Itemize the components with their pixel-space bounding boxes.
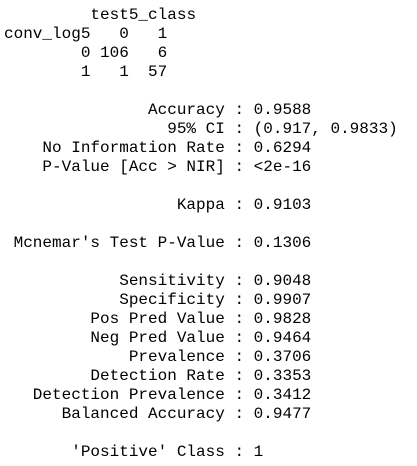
stat-line-sensitivity: Sensitivity : 0.9048 — [4, 272, 414, 291]
stat-label: Neg Pred Value — [4, 329, 225, 347]
matrix-row: 0 106 6 — [4, 44, 414, 63]
matrix-col-var: test5_class — [90, 6, 197, 24]
stat-label: Kappa — [4, 196, 225, 214]
stat-line-mcnemar: Mcnemar's Test P-Value : 0.1306 — [4, 234, 414, 253]
matrix-col-level: 1 — [157, 25, 168, 43]
stat-separator: : — [224, 443, 254, 461]
stat-value: 0.3353 — [253, 367, 312, 385]
stat-value: 0.9103 — [253, 196, 312, 214]
stat-separator: : — [224, 291, 254, 309]
r-console-output: test5_class conv_log5 0 1 0 106 6 1 1 57… — [4, 6, 414, 462]
stat-separator: : — [224, 196, 254, 214]
stat-value: 0.3706 — [253, 348, 312, 366]
stat-value: 0.9588 — [253, 101, 312, 119]
stat-value: 0.9464 — [253, 329, 312, 347]
stat-separator: : — [224, 139, 254, 157]
stat-label: Specificity — [4, 291, 225, 309]
stat-label: 'Positive' Class — [4, 443, 225, 461]
stat-value: (0.917, 0.9833) — [253, 120, 398, 138]
matrix-row-level: 1 — [80, 63, 91, 81]
stat-label: Prevalence — [4, 348, 225, 366]
matrix-row-level: 0 — [80, 44, 91, 62]
stat-line-specificity: Specificity : 0.9907 — [4, 291, 414, 310]
stat-label: Mcnemar's Test P-Value — [4, 234, 225, 252]
stat-line-accuracy: Accuracy : 0.9588 — [4, 101, 414, 120]
stat-line-ppv: Pos Pred Value : 0.9828 — [4, 310, 414, 329]
stat-line-detection-prevalence: Detection Prevalence : 0.3412 — [4, 386, 414, 405]
stat-value: 0.9907 — [253, 291, 312, 309]
stat-line-kappa: Kappa : 0.9103 — [4, 196, 414, 215]
stat-line-detection-rate: Detection Rate : 0.3353 — [4, 367, 414, 386]
stat-separator: : — [224, 272, 254, 290]
matrix-header-line: conv_log5 0 1 — [4, 25, 414, 44]
stat-line-ci: 95% CI : (0.917, 0.9833) — [4, 120, 414, 139]
stat-label: Balanced Accuracy — [4, 405, 225, 423]
matrix-cell: 6 — [157, 44, 168, 62]
stat-separator: : — [224, 329, 254, 347]
stat-label: Pos Pred Value — [4, 310, 225, 328]
stat-label: Detection Rate — [4, 367, 225, 385]
matrix-col-level: 0 — [119, 25, 129, 43]
stat-value: 0.9477 — [253, 405, 312, 423]
stat-label: 95% CI — [4, 120, 225, 138]
stat-line-positive-class: 'Positive' Class : 1 — [4, 443, 414, 462]
stat-separator: : — [224, 158, 254, 176]
stat-value: 0.3412 — [253, 386, 312, 404]
stat-value: 1 — [253, 443, 264, 461]
stat-separator: : — [224, 310, 254, 328]
stat-value: 0.1306 — [253, 234, 312, 252]
stat-line-nir: No Information Rate : 0.6294 — [4, 139, 414, 158]
stat-value: 0.6294 — [253, 139, 312, 157]
stat-label: P-Value [Acc > NIR] — [4, 158, 225, 176]
stat-separator: : — [224, 348, 254, 366]
matrix-cell: 57 — [148, 63, 168, 81]
stat-value: <2e-16 — [253, 158, 312, 176]
stat-value: 0.9828 — [253, 310, 312, 328]
stat-value: 0.9048 — [253, 272, 312, 290]
matrix-row: 1 1 57 — [4, 63, 414, 82]
stat-separator: : — [224, 234, 254, 252]
stat-line-pvalue: P-Value [Acc > NIR] : <2e-16 — [4, 158, 414, 177]
stat-label: Accuracy — [4, 101, 225, 119]
stat-separator: : — [224, 101, 254, 119]
stat-label: No Information Rate — [4, 139, 225, 157]
stat-label: Detection Prevalence — [4, 386, 225, 404]
stat-separator: : — [224, 405, 254, 423]
stat-label: Sensitivity — [4, 272, 225, 290]
stat-separator: : — [224, 367, 254, 385]
matrix-cell: 1 — [119, 63, 129, 81]
stat-separator: : — [224, 386, 254, 404]
stat-line-npv: Neg Pred Value : 0.9464 — [4, 329, 414, 348]
matrix-col-var-line: test5_class — [4, 6, 414, 25]
matrix-row-var: conv_log5 — [4, 25, 91, 43]
stat-line-prevalence: Prevalence : 0.3706 — [4, 348, 414, 367]
stat-separator: : — [224, 120, 254, 138]
stat-line-balanced-accuracy: Balanced Accuracy : 0.9477 — [4, 405, 414, 424]
matrix-cell: 106 — [100, 44, 129, 62]
